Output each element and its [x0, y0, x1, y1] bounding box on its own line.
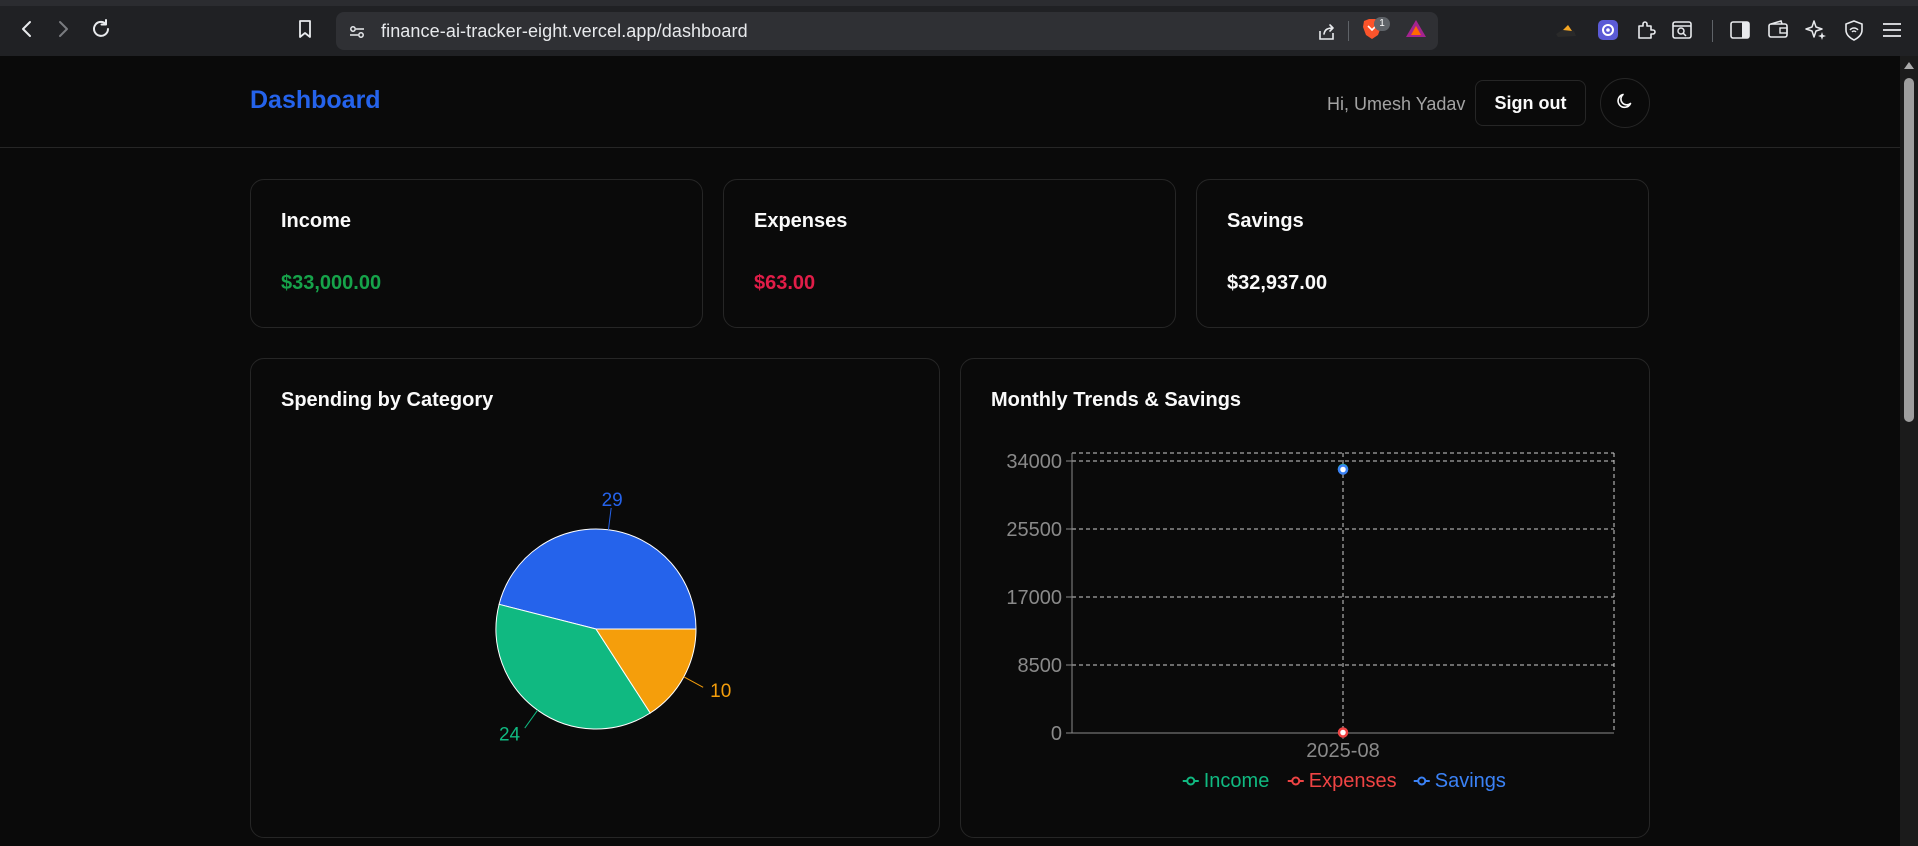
address-bar[interactable]: finance-ai-tracker-eight.vercel.app/dash… — [336, 12, 1438, 50]
monthly-trends-chart: 0 8500 17000 25500 34000 2025-08 Income Expense… — [1006, 451, 1615, 792]
monthly-trends-card: Monthly Trends & Savings 0 8500 17000 25500… — [960, 358, 1650, 838]
scroll-thumb[interactable] — [1904, 78, 1914, 422]
income-value: $33,000.00 — [281, 272, 382, 294]
reader-search-icon[interactable] — [1670, 18, 1694, 42]
sign-out-button[interactable]: Sign out — [1475, 80, 1586, 126]
address-url[interactable]: finance-ai-tracker-eight.vercel.app/dash… — [381, 21, 748, 42]
extensions-puzzle-icon[interactable] — [1634, 18, 1658, 42]
expenses-value: $63.00 — [754, 272, 816, 294]
legend-label: Income — [1204, 770, 1270, 792]
income-card: Income $33,000.00 — [250, 179, 703, 328]
pie-label-line-0 — [607, 507, 612, 530]
brave-shields-badge: 1 — [1374, 17, 1390, 31]
pie-label-0: 29 — [602, 490, 623, 511]
legend-label: Savings — [1435, 770, 1506, 792]
income-title: Income — [281, 210, 352, 232]
expenses-title: Expenses — [754, 210, 848, 232]
legend-item-savings[interactable]: Savings — [1413, 770, 1506, 792]
x-tick-label: 2025-08 — [1306, 740, 1379, 762]
site-settings-icon[interactable] — [346, 21, 368, 43]
app-header: Dashboard Hi, Umesh Yadav Sign out — [0, 56, 1900, 148]
data-point-savings[interactable] — [1337, 464, 1349, 475]
legend-item-expenses[interactable]: Expenses — [1287, 770, 1397, 792]
pie-label-1: 24 — [499, 725, 521, 746]
y-tick-label: 0 — [1051, 723, 1062, 745]
pie-label-line-1 — [524, 709, 539, 729]
data-point-expenses[interactable] — [1337, 727, 1349, 738]
browser-tab-strip — [0, 0, 1918, 6]
back-icon[interactable] — [14, 16, 40, 42]
savings-value: $32,937.00 — [1227, 272, 1328, 294]
y-tick-label: 25500 — [1006, 519, 1062, 541]
vpn-shield-icon[interactable] — [1842, 18, 1866, 42]
address-divider — [1348, 21, 1349, 41]
chart-grid — [1071, 452, 1615, 734]
reload-icon[interactable] — [88, 16, 114, 42]
sidebar-icon[interactable] — [1728, 18, 1752, 42]
toolbar-divider — [1712, 20, 1713, 42]
forward-icon[interactable] — [50, 16, 76, 42]
user-greeting: Hi, Umesh Yadav — [1327, 94, 1466, 114]
spending-pie-chart: 29 24 10 — [495, 490, 731, 746]
theme-toggle-button[interactable] — [1600, 78, 1650, 128]
extension-gear-icon[interactable] — [1596, 18, 1620, 42]
y-tick-label: 34000 — [1006, 451, 1062, 473]
leo-ai-icon[interactable] — [1804, 18, 1828, 42]
spending-by-category-card: Spending by Category 29 24 10 — [250, 358, 940, 838]
savings-card: Savings $32,937.00 — [1196, 179, 1649, 328]
moon-icon — [1615, 91, 1635, 116]
scroll-up-arrow-icon[interactable] — [1904, 62, 1914, 69]
pie-label-line-2 — [683, 676, 704, 688]
brand-title[interactable]: Dashboard — [250, 86, 381, 115]
legend-marker — [1417, 776, 1427, 786]
savings-title: Savings — [1227, 210, 1304, 232]
brave-rewards-icon[interactable] — [1404, 17, 1428, 41]
expenses-card: Expenses $63.00 — [723, 179, 1176, 328]
browser-toolbar: finance-ai-tracker-eight.vercel.app/dash… — [0, 0, 1918, 56]
page-scrollbar[interactable] — [1900, 56, 1918, 846]
menu-icon[interactable] — [1880, 18, 1904, 42]
y-tick-label: 17000 — [1006, 587, 1062, 609]
extension-wallet-icon[interactable] — [1554, 18, 1578, 42]
legend-item-income[interactable]: Income — [1182, 770, 1270, 792]
legend-label: Expenses — [1309, 770, 1397, 792]
wallet-icon[interactable] — [1766, 18, 1790, 42]
pie-label-2: 10 — [710, 681, 731, 702]
bookmark-icon[interactable] — [292, 16, 318, 42]
legend-marker — [1186, 776, 1196, 786]
y-tick-label: 8500 — [1018, 655, 1063, 677]
legend-marker — [1291, 776, 1301, 786]
share-icon[interactable] — [1316, 21, 1338, 43]
